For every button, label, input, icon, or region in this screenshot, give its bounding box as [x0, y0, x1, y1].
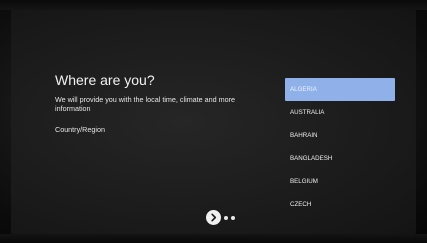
pager — [206, 210, 235, 225]
country-item-algeria[interactable]: ALGERIA — [285, 78, 395, 101]
country-list: ALGERIA AUSTRALIA BAHRAIN BANGLADESH BEL… — [285, 78, 395, 216]
country-region-label: Country/Region — [55, 125, 105, 134]
tv-frame: Where are you? We will provide you with … — [0, 0, 427, 243]
country-item-belgium[interactable]: BELGIUM — [285, 170, 395, 193]
country-item-bangladesh[interactable]: BANGLADESH — [285, 147, 395, 170]
country-item-australia[interactable]: AUSTRALIA — [285, 101, 395, 124]
bezel-top — [0, 0, 427, 10]
page-title: Where are you? — [55, 72, 155, 88]
country-item-bahrain[interactable]: BAHRAIN — [285, 124, 395, 147]
country-item-czech[interactable]: CZECH — [285, 193, 395, 216]
page-description: We will provide you with the local time,… — [55, 95, 236, 113]
chevron-right-icon — [211, 213, 217, 222]
page-dot — [231, 215, 235, 220]
bezel-bottom — [0, 234, 427, 243]
next-button[interactable] — [206, 210, 221, 225]
page-dot — [224, 215, 228, 220]
